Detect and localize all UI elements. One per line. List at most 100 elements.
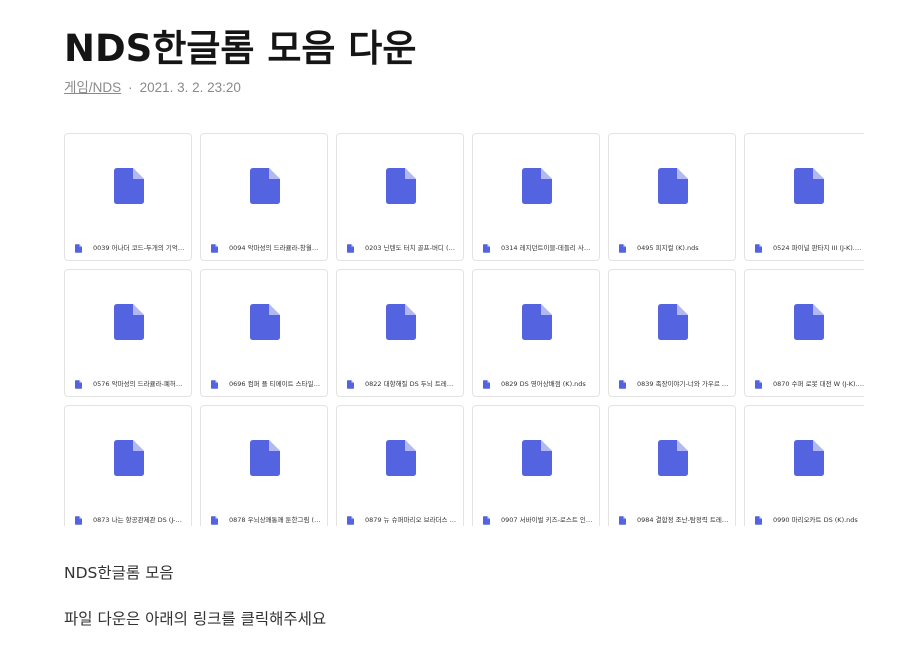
- file-card[interactable]: 0495 피지컬 (K).nds: [608, 133, 736, 261]
- post-title: NDS한글롬 모음 다운: [64, 27, 417, 70]
- file-card-footer: 0039 어나더 코드-두개의 기억 (K).nds: [75, 242, 185, 254]
- file-name: 0822 대항해질 DS 두뇌 트레이닝 (K).nds: [365, 380, 457, 388]
- file-card[interactable]: 0094 악마성의 드라큘라-창월의 십자가 (K).nds: [200, 133, 328, 261]
- file-name: 0990 마리오카트 DS (K).nds: [773, 516, 858, 524]
- file-card-footer: 0990 마리오카트 DS (K).nds: [755, 514, 864, 526]
- file-card[interactable]: 0990 마리오카트 DS (K).nds: [744, 405, 864, 526]
- file-icon: [250, 168, 280, 204]
- file-name: 0907 서바이벌 키즈-로스트 인 블루 (K).nds: [501, 516, 593, 524]
- file-icon: [114, 440, 144, 476]
- file-small-icon: [619, 379, 626, 389]
- content-line-2: 파일 다운은 아래의 링크를 클릭해주세요: [64, 610, 327, 628]
- file-card[interactable]: 0878 우뇌상쾌통쾌 툰한그림 (K).nds: [200, 405, 328, 526]
- file-icon: [658, 168, 688, 204]
- file-small-icon: [755, 379, 762, 389]
- file-card[interactable]: 0870 수퍼 로봇 대전 W (J-K).nds: [744, 269, 864, 397]
- file-card[interactable]: 0203 닌텐도 터치 골프-버디 (K).nds: [336, 133, 464, 261]
- file-small-icon: [75, 379, 82, 389]
- file-name: 0314 레지던트이블-데들리 사일런스 (K).nds: [501, 244, 593, 252]
- file-card[interactable]: 0907 서바이벌 키즈-로스트 인 블루 (K).nds: [472, 405, 600, 526]
- file-icon: [386, 168, 416, 204]
- file-name: 0984 결합정 조난-탐정력 트레이너 (K).nds: [637, 516, 729, 524]
- file-card-footer: 0094 악마성의 드라큘라-창월의 십자가 (K).nds: [211, 242, 321, 254]
- file-card[interactable]: 0576 악마성의 드라큘라-폐허의 초상화 (K).nds: [64, 269, 192, 397]
- file-name: 0576 악마성의 드라큘라-폐허의 초상화 (K).nds: [93, 380, 185, 388]
- file-small-icon: [347, 515, 354, 525]
- file-name: 0873 나는 항공관제관 DS (J-K).nds: [93, 516, 185, 524]
- file-card-footer: 0203 닌텐도 터치 골프-버디 (K).nds: [347, 242, 457, 254]
- file-card-footer: 0314 레지던트이블-데들리 사일런스 (K).nds: [483, 242, 593, 254]
- file-small-icon: [619, 243, 626, 253]
- file-card[interactable]: 0829 DS 영어상배점 (K).nds: [472, 269, 600, 397]
- file-card[interactable]: 0839 족장이야기-너와 가우르 (K).nds: [608, 269, 736, 397]
- file-card[interactable]: 0879 뉴 슈퍼마리오 브라더스 (K).nds: [336, 405, 464, 526]
- file-name: 0696 컴퍼 플 티메이트 스타일 (K).nds: [229, 380, 321, 388]
- file-icon: [114, 168, 144, 204]
- file-small-icon: [347, 243, 354, 253]
- file-card-footer: 0696 컴퍼 플 티메이트 스타일 (K).nds: [211, 378, 321, 390]
- file-icon: [658, 304, 688, 340]
- blog-post-page: NDS한글롬 모음 다운 게임/NDS · 2021. 3. 2. 23:20 00…: [0, 0, 915, 651]
- file-card[interactable]: 0039 어나더 코드-두개의 기억 (K).nds: [64, 133, 192, 261]
- file-name: 0495 피지컬 (K).nds: [637, 244, 699, 252]
- file-card[interactable]: 0984 결합정 조난-탐정력 트레이너 (K).nds: [608, 405, 736, 526]
- file-card-footer: 0822 대항해질 DS 두뇌 트레이닝 (K).nds: [347, 378, 457, 390]
- file-card-footer: 0495 피지컬 (K).nds: [619, 242, 729, 254]
- file-small-icon: [483, 515, 490, 525]
- file-card-footer: 0576 악마성의 드라큘라-폐허의 초상화 (K).nds: [75, 378, 185, 390]
- file-card-footer: 0524 파이널 판타지 III (J-K).nds: [755, 242, 864, 254]
- file-card[interactable]: 0822 대항해질 DS 두뇌 트레이닝 (K).nds: [336, 269, 464, 397]
- file-card[interactable]: 0696 컴퍼 플 티메이트 스타일 (K).nds: [200, 269, 328, 397]
- file-card-footer: 0839 족장이야기-너와 가우르 (K).nds: [619, 378, 729, 390]
- file-name: 0879 뉴 슈퍼마리오 브라더스 (K).nds: [365, 516, 457, 524]
- file-small-icon: [75, 515, 82, 525]
- file-icon: [794, 440, 824, 476]
- file-small-icon: [755, 515, 762, 525]
- file-name: 0203 닌텐도 터치 골프-버디 (K).nds: [365, 244, 457, 252]
- file-name: 0524 파이널 판타지 III (J-K).nds: [773, 244, 864, 252]
- file-small-icon: [755, 243, 762, 253]
- file-name: 0870 수퍼 로봇 대전 W (J-K).nds: [773, 380, 864, 388]
- file-card-footer: 0879 뉴 슈퍼마리오 브라더스 (K).nds: [347, 514, 457, 526]
- file-grid-inner: 0039 어나더 코드-두개의 기억 (K).nds 0094 악마성의 드라큘라…: [64, 133, 864, 526]
- file-icon: [114, 304, 144, 340]
- file-small-icon: [347, 379, 354, 389]
- file-name: 0839 족장이야기-너와 가우르 (K).nds: [637, 380, 729, 388]
- file-icon: [794, 304, 824, 340]
- file-small-icon: [211, 515, 218, 525]
- file-card-footer: 0873 나는 항공관제관 DS (J-K).nds: [75, 514, 185, 526]
- file-icon: [794, 168, 824, 204]
- file-card-footer: 0878 우뇌상쾌통쾌 툰한그림 (K).nds: [211, 514, 321, 526]
- file-attachment-grid: 0039 어나더 코드-두개의 기억 (K).nds 0094 악마성의 드라큘라…: [64, 133, 864, 526]
- content-line-1: NDS한글롬 모음: [64, 564, 174, 582]
- file-small-icon: [211, 243, 218, 253]
- file-card[interactable]: 0873 나는 항공관제관 DS (J-K).nds: [64, 405, 192, 526]
- file-icon: [522, 168, 552, 204]
- post-meta: 게임/NDS · 2021. 3. 2. 23:20: [64, 76, 241, 96]
- file-name: 0039 어나더 코드-두개의 기억 (K).nds: [93, 244, 185, 252]
- post-date: 2021. 3. 2. 23:20: [139, 80, 241, 95]
- file-name: 0094 악마성의 드라큘라-창월의 십자가 (K).nds: [229, 244, 321, 252]
- file-icon: [250, 304, 280, 340]
- file-name: 0829 DS 영어상배점 (K).nds: [501, 380, 586, 388]
- file-icon: [522, 440, 552, 476]
- file-small-icon: [483, 243, 490, 253]
- file-icon: [658, 440, 688, 476]
- file-card[interactable]: 0314 레지던트이블-데들리 사일런스 (K).nds: [472, 133, 600, 261]
- file-small-icon: [619, 515, 626, 525]
- file-name: 0878 우뇌상쾌통쾌 툰한그림 (K).nds: [229, 516, 321, 524]
- file-small-icon: [75, 243, 82, 253]
- category-link[interactable]: 게임/NDS: [64, 80, 121, 95]
- file-card-footer: 0870 수퍼 로봇 대전 W (J-K).nds: [755, 378, 864, 390]
- file-card[interactable]: 0524 파이널 판타지 III (J-K).nds: [744, 133, 864, 261]
- file-card-footer: 0829 DS 영어상배점 (K).nds: [483, 378, 593, 390]
- file-small-icon: [211, 379, 218, 389]
- file-icon: [386, 440, 416, 476]
- file-icon: [250, 440, 280, 476]
- file-icon: [522, 304, 552, 340]
- file-card-footer: 0907 서바이벌 키즈-로스트 인 블루 (K).nds: [483, 514, 593, 526]
- file-card-footer: 0984 결합정 조난-탐정력 트레이너 (K).nds: [619, 514, 729, 526]
- file-icon: [386, 304, 416, 340]
- meta-separator: ·: [128, 80, 133, 95]
- file-small-icon: [483, 379, 490, 389]
